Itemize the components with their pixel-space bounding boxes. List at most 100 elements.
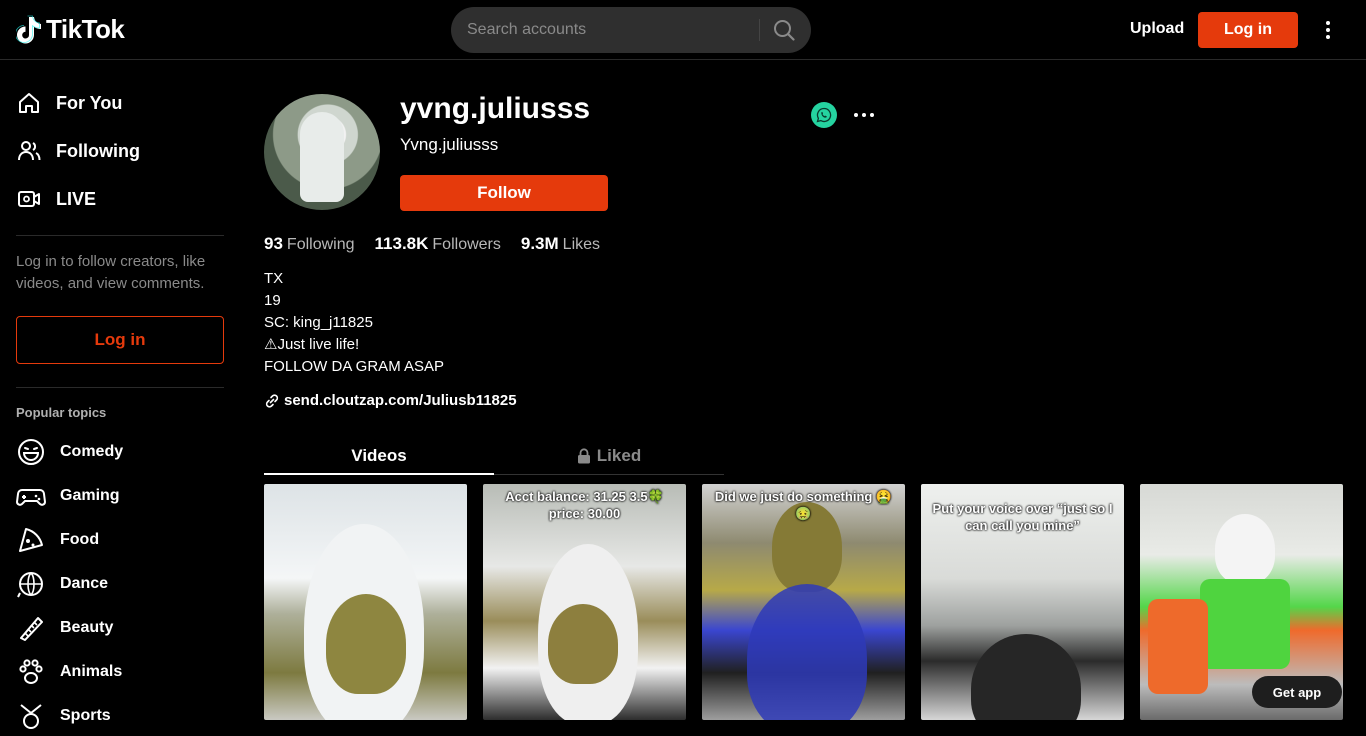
login-hint: Log in to follow creators, like videos, … xyxy=(16,253,206,292)
search-button[interactable] xyxy=(769,17,799,43)
sidebar-item-live[interactable]: LIVE xyxy=(16,179,96,219)
tiktok-logo-icon xyxy=(16,15,41,43)
thumbnail-shirt xyxy=(1200,579,1290,669)
upload-button[interactable]: Upload xyxy=(1124,16,1190,42)
logo-text: TikTok xyxy=(46,14,125,44)
profile-username: yvng.juliusss xyxy=(400,92,591,125)
video-thumbnail[interactable]: Did we just do something 🤮🤢 xyxy=(702,484,905,720)
stat-label: Following xyxy=(286,236,355,253)
thumbnail-face xyxy=(326,594,406,694)
more-horizontal-icon xyxy=(854,113,874,117)
topic-food[interactable]: Food xyxy=(16,520,99,560)
stat-label: Followers xyxy=(432,236,501,253)
sidebar-divider xyxy=(16,235,224,236)
topic-animals[interactable]: Animals xyxy=(16,652,122,692)
top-header: TikTok Upload Log in xyxy=(0,0,1366,60)
profile-tabs: Videos Liked xyxy=(264,437,724,475)
bio-line: 19 xyxy=(264,292,281,309)
sidebar: For You Following LIVE Log in to follow … xyxy=(0,61,240,729)
topic-label: Animals xyxy=(60,663,123,680)
whatsapp-icon xyxy=(816,107,832,123)
lock-icon xyxy=(577,448,590,464)
search-divider xyxy=(759,19,760,41)
sidebar-login-button[interactable]: Log in xyxy=(16,316,224,364)
dance-icon xyxy=(17,572,43,598)
bio-line: SC: king_j11825 xyxy=(264,314,373,331)
bio-line: ⚠Just live life! xyxy=(264,336,360,353)
topic-label: Food xyxy=(60,531,100,548)
stat-following: 93 Following xyxy=(264,234,355,254)
tab-label: Videos xyxy=(351,446,407,465)
tab-liked[interactable]: Liked xyxy=(494,437,724,475)
stat-value: 113.8K xyxy=(374,234,429,253)
link-icon xyxy=(265,393,279,408)
comedy-icon xyxy=(18,439,44,465)
tab-videos[interactable]: Videos xyxy=(264,437,494,475)
thumbnail-figure xyxy=(1148,599,1208,694)
follow-button[interactable]: Follow xyxy=(400,175,608,211)
tiktok-logo[interactable]: TikTok xyxy=(16,14,125,45)
tab-label: Liked xyxy=(596,446,642,465)
search-icon xyxy=(774,20,795,41)
home-icon xyxy=(19,93,39,113)
stat-label: Likes xyxy=(562,236,601,253)
sidebar-item-following[interactable]: Following xyxy=(16,131,140,171)
profile-stats: 93 Following 113.8K Followers 9.3M Likes xyxy=(264,234,600,254)
thumbnail-face xyxy=(548,604,618,684)
search-bar xyxy=(451,7,811,53)
sidebar-item-for-you[interactable]: For You xyxy=(16,83,122,123)
stat-value: 9.3M xyxy=(520,234,559,253)
video-thumbnail[interactable]: Acct balance: 31.25 3.5🍀price: 30.00 xyxy=(483,484,686,720)
stat-followers: 113.8K Followers xyxy=(375,234,501,254)
topic-comedy[interactable]: Comedy xyxy=(16,432,123,472)
topic-label: Dance xyxy=(60,575,109,592)
food-icon xyxy=(19,528,43,552)
video-thumbnail[interactable] xyxy=(264,484,467,720)
profile-bio: TX 19 SC: king_j11825 ⚠Just live life! F… xyxy=(264,268,444,378)
topic-beauty[interactable]: Beauty xyxy=(16,608,113,648)
avatar-figure xyxy=(300,112,344,202)
gaming-icon xyxy=(16,489,46,506)
profile-link[interactable]: send.cloutzap.com/Juliusb11825 xyxy=(264,392,517,409)
topic-dance[interactable]: Dance xyxy=(16,564,108,604)
video-caption: Did we just do something 🤮🤢 xyxy=(714,489,893,521)
sidebar-item-label: LIVE xyxy=(56,188,97,209)
thumbnail-head xyxy=(1215,514,1275,584)
active-tab-indicator xyxy=(264,473,494,475)
profile-more-button[interactable] xyxy=(852,104,876,126)
popular-topics-title: Popular topics xyxy=(16,405,107,420)
stat-value: 93 xyxy=(264,234,283,253)
more-menu-button[interactable] xyxy=(1316,18,1340,42)
topic-label: Sports xyxy=(60,707,111,724)
sports-icon xyxy=(20,704,42,729)
avatar xyxy=(264,94,380,210)
bio-line: FOLLOW DA GRAM ASAP xyxy=(264,358,445,375)
topic-label: Beauty xyxy=(60,619,114,636)
more-vertical-icon xyxy=(1326,21,1330,39)
profile-nickname: Yvng.juliusss xyxy=(400,135,499,154)
video-thumbnail[interactable]: Put your voice over “just so I can call … xyxy=(921,484,1124,720)
topic-label: Comedy xyxy=(60,443,124,460)
beauty-icon xyxy=(20,617,43,641)
profile-link-text: send.cloutzap.com/Juliusb11825 xyxy=(284,392,517,409)
thumbnail-figure xyxy=(747,584,867,720)
login-button[interactable]: Log in xyxy=(1198,12,1298,48)
sidebar-item-label: For You xyxy=(56,92,123,113)
thumbnail-figure xyxy=(971,634,1081,720)
sidebar-divider xyxy=(16,387,224,388)
video-grid: Acct balance: 31.25 3.5🍀price: 30.00 Did… xyxy=(264,484,1343,720)
whatsapp-share-button[interactable] xyxy=(811,102,837,128)
get-app-button[interactable]: Get app xyxy=(1252,676,1342,708)
stat-likes: 9.3M Likes xyxy=(521,234,600,254)
animals-icon xyxy=(19,659,43,684)
topic-gaming[interactable]: Gaming xyxy=(16,476,120,516)
sidebar-item-label: Following xyxy=(56,140,140,161)
video-caption: Put your voice over “just so I can call … xyxy=(932,501,1113,533)
video-caption: Acct balance: 31.25 3.5🍀price: 30.00 xyxy=(505,489,664,521)
live-icon xyxy=(18,191,40,207)
users-icon xyxy=(18,141,41,161)
search-input[interactable] xyxy=(467,7,757,53)
topic-sports[interactable]: Sports xyxy=(16,696,111,736)
topic-label: Gaming xyxy=(60,487,120,504)
bio-line: TX xyxy=(264,270,284,287)
